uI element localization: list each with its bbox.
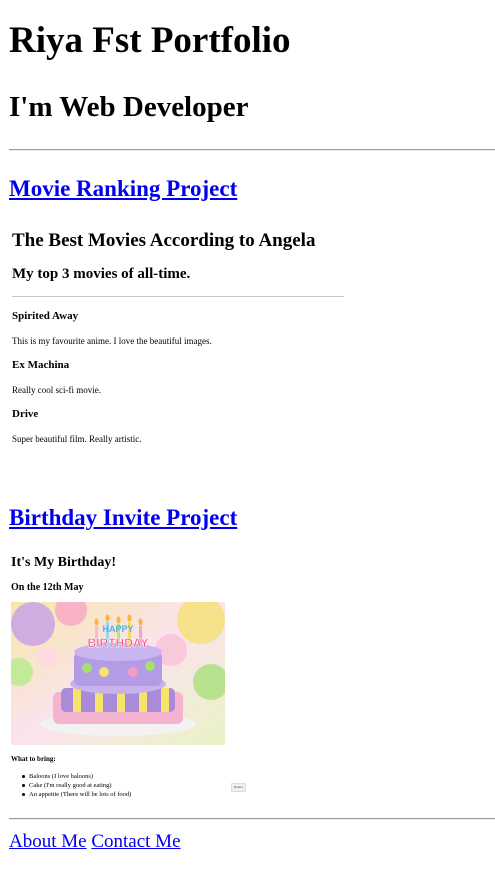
movie-preview-subheading: My top 3 movies of all-time. xyxy=(12,266,191,282)
page-subtitle: I'm Web Developer xyxy=(9,91,249,123)
contact-me-link[interactable]: Contact Me xyxy=(91,831,180,852)
birthday-invite-project-link[interactable]: Birthday Invite Project xyxy=(9,505,237,531)
movie-preview-heading: The Best Movies According to Angela xyxy=(12,230,316,251)
movie-title: Ex Machina xyxy=(12,359,70,371)
svg-text:BIRTHDAY: BIRTHDAY xyxy=(88,636,149,650)
movie-description: This is my favourite anime. I love the b… xyxy=(12,336,212,346)
movie-title: Spirited Away xyxy=(12,310,79,322)
page-title: Riya Fst Portfolio xyxy=(9,20,291,61)
footer-links: About Me Contact Me xyxy=(9,830,181,854)
list-item: Cake (I'm really good at eating) xyxy=(21,781,131,790)
list-item: Baloons (I love baloons) xyxy=(21,772,131,781)
bring-list: Baloons (I love baloons) Cake (I'm reall… xyxy=(21,772,131,799)
movie-title: Drive xyxy=(12,408,39,420)
portfolio-page: Riya Fst Portfolio I'm Web Developer Mov… xyxy=(0,0,495,875)
birthday-preview-heading: It's My Birthday! xyxy=(11,555,116,570)
bring-heading: What to bring: xyxy=(11,755,56,763)
svg-text:HAPPY: HAPPY xyxy=(102,624,133,634)
birthday-preview-date: On the 12th May xyxy=(11,582,84,593)
birthday-cake-image: BIRTHDAY HAPPY xyxy=(11,602,225,745)
about-me-link[interactable]: About Me xyxy=(9,831,87,852)
list-item: An appetite (There will be lots of food) xyxy=(21,790,131,799)
birthday-preview-button[interactable]: Button xyxy=(231,783,246,792)
movie-preview-divider xyxy=(12,296,344,297)
top-divider xyxy=(9,149,495,151)
bottom-divider xyxy=(9,818,495,820)
movie-description: Super beautiful film. Really artistic. xyxy=(12,434,142,444)
movie-description: Really cool sci-fi movie. xyxy=(12,385,101,395)
movie-ranking-project-link[interactable]: Movie Ranking Project xyxy=(9,176,237,202)
